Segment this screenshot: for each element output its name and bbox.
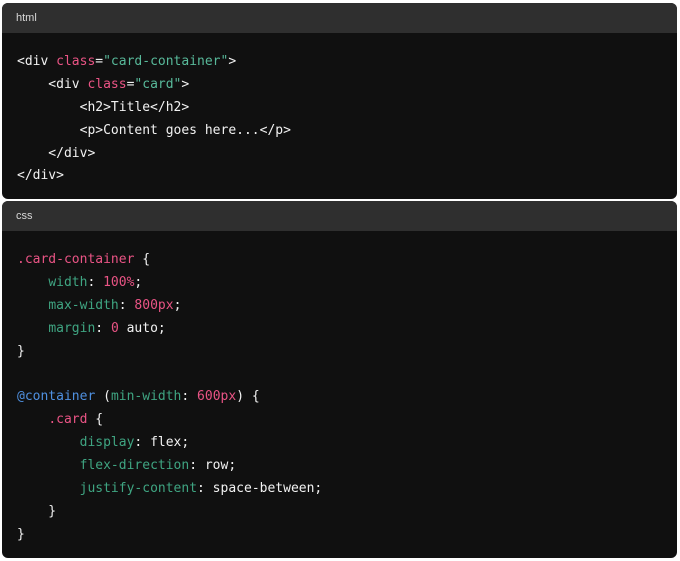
code-token-prop: margin [48,320,96,336]
code-token-num: 600px [197,389,237,405]
code-token-plain: } [17,503,57,519]
code-token-num: 100% [103,274,135,290]
code-line: margin: 0 auto; [17,318,677,341]
code-token-plain: : [181,389,198,405]
code-line: } [17,341,677,364]
code-line: .card { [17,409,677,432]
code-token-string: "card" [134,76,182,92]
code-token-plain: <p>Content goes here...</p> [17,122,291,138]
code-line: <p>Content goes here...</p> [17,120,677,143]
code-token-prop: min-width [110,389,182,405]
code-block-css: css .card-container { width: 100%; max-w… [2,201,677,558]
code-token-plain: </div> [17,168,64,184]
code-token-plain: } [17,526,25,542]
code-token-plain: : space-between; [197,480,323,496]
code-token-prop: justify-content [79,480,198,496]
code-token-plain: <div [17,76,88,92]
code-line: width: 100%; [17,272,677,295]
code-token-attr: class [87,76,127,92]
code-token-plain: > [228,54,237,69]
code-block-html: html <div class="card-container"> <div c… [2,3,677,199]
code-line: </div> [17,143,677,166]
code-token-at: @container [17,389,96,405]
code-token-plain: auto; [118,320,166,336]
code-block-language-label: html [2,3,677,33]
code-token-plain: } [17,343,25,359]
code-token-plain: { [87,412,104,428]
code-token-plain: : row; [189,458,237,474]
code-line: <div class="card-container"> [17,51,677,74]
code-token-prop: display [79,435,135,451]
code-token-num: 0 [110,320,119,336]
code-token-plain: ( [95,389,111,405]
code-line: flex-direction: row; [17,455,677,478]
code-token-prop: max-width [48,297,119,313]
code-token-prop: flex-direction [79,458,190,474]
code-token-plain: : [87,274,104,290]
code-line: <h2>Title</h2> [17,97,677,120]
code-token-plain: { [134,252,151,267]
code-token-selector: .card [48,412,88,428]
code-content[interactable]: <div class="card-container"> <div class=… [2,33,677,188]
code-token-plain: </div> [17,145,96,161]
code-line: } [17,524,677,547]
code-line: <div class="card"> [17,74,677,97]
code-line: .card-container { [17,249,677,272]
code-token-num: 800px [134,297,174,313]
code-line: justify-content: space-between; [17,478,677,501]
code-line: </div> [17,165,677,188]
code-token-plain: ; [173,297,182,313]
code-token-plain: ) { [236,389,260,405]
code-token-plain: : [118,297,135,313]
code-line: @container (min-width: 600px) { [17,386,677,409]
page: html <div class="card-container"> <div c… [0,0,680,561]
code-token-plain: ; [134,274,143,290]
code-token-plain: <h2>Title</h2> [17,99,190,115]
code-content[interactable]: .card-container { width: 100%; max-width… [2,231,677,547]
code-token-plain: <div [17,54,57,69]
code-line: } [17,501,677,524]
code-token-plain: > [181,76,190,92]
code-line: max-width: 800px; [17,295,677,318]
code-token-plain: : [95,320,111,336]
code-token-prop: width [48,274,88,290]
code-line: display: flex; [17,432,677,455]
code-token-plain: : flex; [134,435,190,451]
code-token-string: "card-container" [103,54,229,69]
code-block-language-label: css [2,201,677,231]
code-token-selector: .card-container [17,252,135,267]
code-token-attr: class [56,54,96,69]
code-token-plain: = [95,54,104,69]
